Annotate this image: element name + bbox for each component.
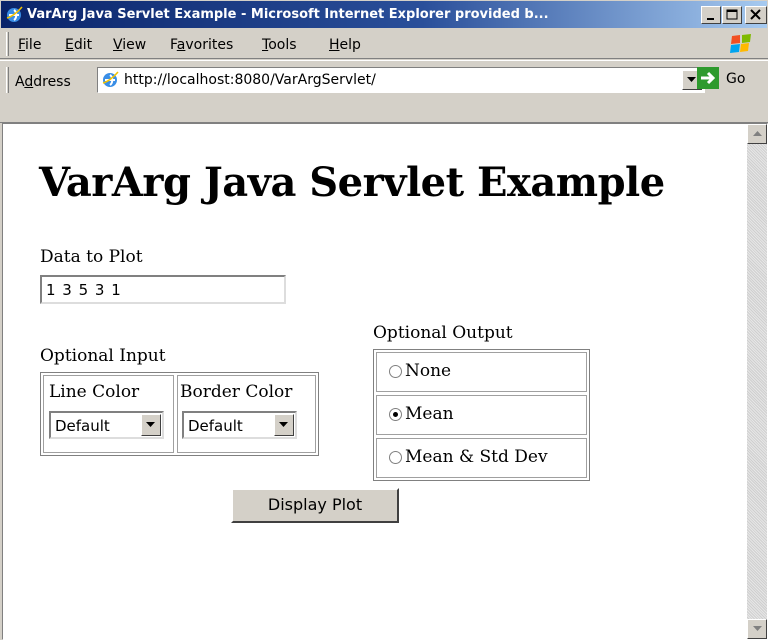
menu-file-mnemonic: F [18,37,26,53]
page-ie-icon [102,71,119,87]
line-color-cell: Line Color Default [43,375,174,453]
minimize-button[interactable] [701,6,721,24]
menu-file-label: ile [25,37,42,53]
line-color-select[interactable]: Default [49,411,164,439]
border-color-value: Default [188,417,243,435]
output-option-mean[interactable]: Mean [376,395,587,435]
line-color-dropdown-button[interactable] [141,414,161,436]
close-icon [750,9,761,20]
chevron-down-icon [753,626,762,631]
border-color-select[interactable]: Default [182,411,297,439]
chevron-down-icon [146,422,155,427]
page-viewport: VarArg Java Servlet Example Data to Plot… [2,123,768,640]
menu-favorites[interactable]: Favorites [170,37,233,53]
optional-output-label: Optional Output [373,323,513,343]
optional-input-table: Line Color Default Border Color Default [40,372,319,456]
border-color-cell: Border Color Default [177,375,316,453]
minimize-icon [707,18,714,20]
menu-help-mnemonic: H [329,37,340,53]
line-color-label: Line Color [49,382,140,402]
output-option-mean-std[interactable]: Mean & Std Dev [376,438,587,478]
border-color-label: Border Color [180,382,293,402]
page-title: VarArg Java Servlet Example [39,159,665,206]
output-option-none[interactable]: None [376,352,587,392]
output-none-radio[interactable] [389,365,402,378]
border-color-dropdown-button[interactable] [274,414,294,436]
address-input[interactable]: http://localhost:8080/VarArgServlet/ [97,67,705,93]
chevron-down-icon [279,422,288,427]
output-mean-radio[interactable] [389,408,402,421]
menu-view-label: iew [122,37,147,53]
address-grip[interactable] [6,67,9,93]
ie-icon [6,6,23,22]
menu-edit-label: dit [73,37,93,53]
menu-bar: File Edit View Favorites Tools Help [0,29,768,59]
data-to-plot-label: Data to Plot [40,247,143,267]
output-none-label: None [405,361,452,381]
vertical-scrollbar[interactable] [747,124,767,639]
go-button[interactable]: Go [726,71,745,87]
scroll-up-button[interactable] [747,124,767,144]
line-color-value: Default [55,417,110,435]
data-to-plot-input[interactable]: 1 3 5 3 1 [40,275,286,304]
address-toolbar: Address http://localhost:8080/VarArgServ… [0,60,768,120]
optional-output-table: None Mean Mean & Std Dev [373,349,590,481]
address-label-mnemonic: d [24,74,34,90]
output-mean-std-radio[interactable] [389,451,402,464]
menu-help-label: elp [339,37,361,53]
output-mean-std-label: Mean & Std Dev [405,447,548,467]
menu-view[interactable]: View [113,37,146,53]
menu-edit[interactable]: Edit [65,37,92,53]
scroll-down-button[interactable] [747,619,767,639]
chevron-up-icon [753,131,762,136]
window-title: VarArg Java Servlet Example - Microsoft … [27,7,549,22]
menu-favorites-pre: F [170,37,177,53]
display-plot-button[interactable]: Display Plot [231,488,399,523]
windows-logo-icon [730,34,751,53]
menu-tools-label: ools [268,37,297,53]
address-label-rest: dress [33,74,71,90]
output-mean-label: Mean [405,404,454,424]
close-button[interactable] [745,6,767,24]
menu-tools[interactable]: Tools [262,37,297,53]
maximize-button[interactable] [722,6,742,24]
menu-favorites-label: vorites [185,37,234,53]
menu-file[interactable]: File [18,37,41,53]
radio-selected-dot [393,412,398,417]
menu-help[interactable]: Help [329,37,361,53]
menu-edit-mnemonic: E [65,37,74,53]
address-label: Address [15,74,71,90]
optional-input-label: Optional Input [40,346,166,366]
chevron-down-icon [687,77,696,82]
menu-view-mnemonic: V [113,37,123,53]
go-arrow-icon[interactable] [697,67,719,89]
maximize-icon [726,9,738,20]
address-label-pre: A [15,74,25,90]
address-url: http://localhost:8080/VarArgServlet/ [124,72,376,88]
title-bar[interactable]: VarArg Java Servlet Example - Microsoft … [0,0,768,29]
toolbar-grip[interactable] [6,32,9,56]
